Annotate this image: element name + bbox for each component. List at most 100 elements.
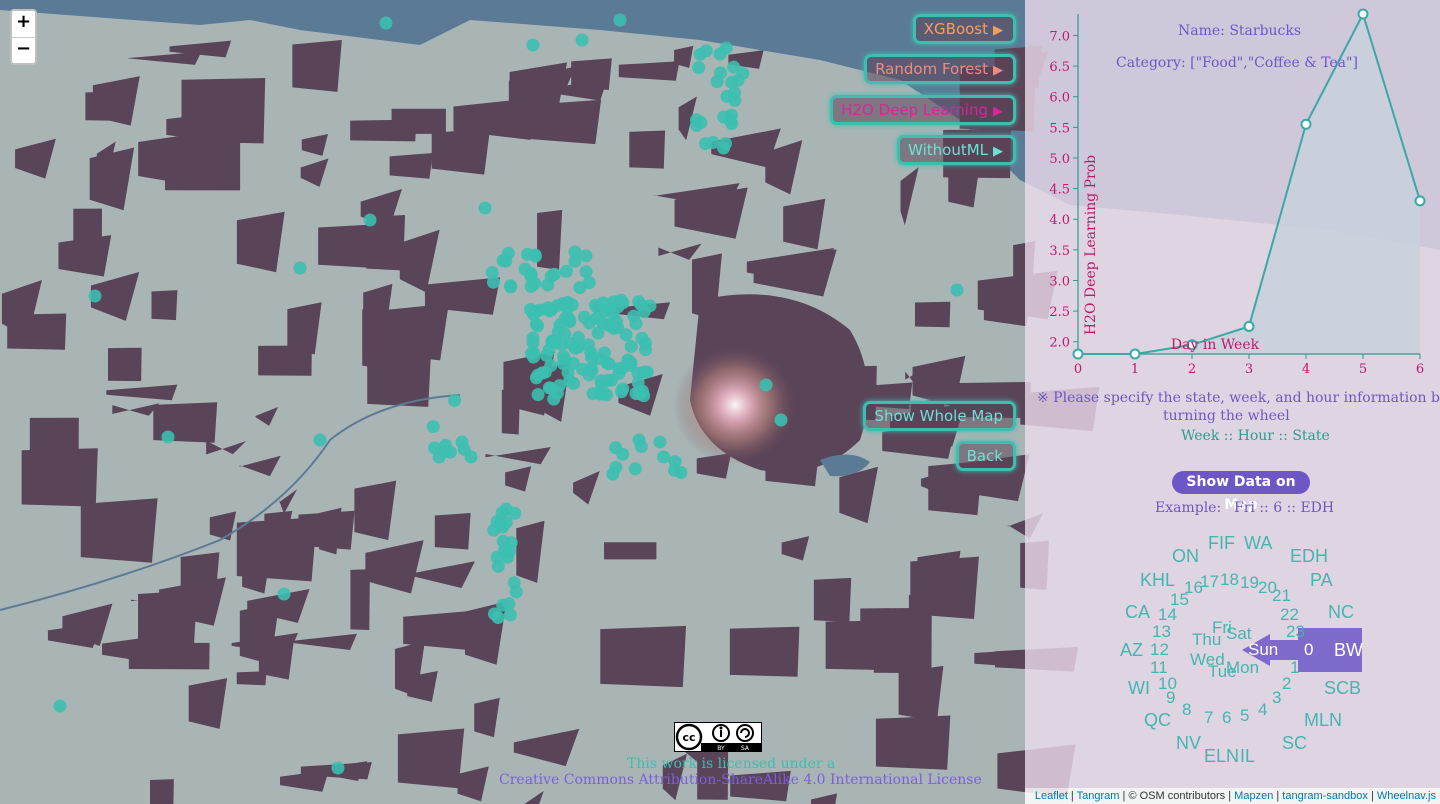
wheelnav-link[interactable]: Wheelnav.js (1377, 790, 1436, 802)
y-tick-label: 3.0 (1049, 274, 1070, 289)
wheel-state[interactable]: ELN (1204, 746, 1239, 767)
chart-point (1243, 320, 1255, 332)
map-block (537, 209, 563, 270)
wheel-hour[interactable]: 9 (1166, 688, 1175, 708)
wheel-state[interactable]: AZ (1120, 640, 1143, 661)
map-point (582, 338, 595, 352)
wheel-state[interactable]: EDH (1290, 546, 1328, 567)
map-point (504, 280, 518, 294)
wheel-hour[interactable]: 3 (1272, 688, 1281, 708)
map-point (507, 576, 521, 590)
zoom-control: + − (10, 9, 37, 65)
wheel-state[interactable]: NV (1176, 733, 1201, 754)
map-block (292, 40, 342, 92)
license-link[interactable]: Creative Commons Attribution-ShareAlike … (499, 772, 982, 788)
chart-point (1357, 8, 1369, 20)
wheel-day[interactable]: Sun (1248, 640, 1278, 660)
map-point (614, 293, 628, 307)
wheel-state[interactable]: FIF (1208, 533, 1235, 554)
wheel-state[interactable]: NC (1328, 602, 1354, 623)
wheel-hour[interactable]: 23 (1286, 622, 1305, 642)
map-point (573, 281, 587, 295)
tangram-sandbox-link[interactable]: tangram-sandbox (1282, 790, 1368, 802)
map-point (528, 248, 542, 262)
map-block (729, 626, 800, 677)
map-block (825, 620, 900, 671)
wheel-state[interactable]: CA (1125, 602, 1150, 623)
wheel-day[interactable]: Tue (1208, 662, 1237, 682)
xgboost-button[interactable]: XGBoost ▶ (912, 14, 1016, 44)
h2o-deep-learning-button[interactable]: H2O Deep Learning ▶ (830, 95, 1016, 125)
cc-license-badge[interactable]: cc BY SA (674, 722, 762, 752)
back-label: Back (966, 447, 1003, 465)
wheel-state[interactable]: WI (1128, 678, 1150, 699)
zoom-out-button[interactable]: − (12, 37, 35, 63)
map-point (531, 368, 545, 382)
wheel-hour[interactable]: 5 (1240, 706, 1249, 726)
wheel-hour[interactable]: 4 (1258, 700, 1267, 720)
map-point (579, 249, 593, 263)
tangram-link[interactable]: Tangram (1077, 790, 1120, 802)
wheel-state[interactable]: IL (1240, 746, 1255, 767)
map-point (161, 430, 175, 444)
osm-credit: © OSM contributors (1128, 790, 1226, 802)
wheel-state[interactable]: WA (1244, 533, 1272, 554)
y-tick-label: 7.0 (1049, 29, 1070, 44)
x-tick-label: 4 (1302, 362, 1310, 377)
leaflet-link[interactable]: Leaflet (1035, 790, 1068, 802)
wheel-hour[interactable]: 7 (1204, 708, 1213, 728)
map-block (397, 728, 465, 789)
map-point (499, 502, 513, 516)
map-block (367, 346, 432, 407)
wheel-hour[interactable]: 6 (1222, 708, 1231, 728)
wheel-hour[interactable]: 12 (1150, 640, 1169, 660)
without-ml-button[interactable]: WithoutML ▶ (897, 135, 1016, 165)
wheel-state[interactable]: PA (1310, 570, 1333, 591)
example-label: Example: (1155, 500, 1222, 516)
wheel-state[interactable]: QC (1144, 710, 1171, 731)
wheel-hour[interactable]: 18 (1220, 570, 1239, 590)
map-point (277, 587, 291, 601)
wheel-format: Week :: Hour :: State (1181, 428, 1330, 444)
wheel-instruction: ※ Please specify the state, week, and ho… (1037, 390, 1440, 406)
wheel-state[interactable]: BW (1334, 640, 1363, 661)
random-forest-button[interactable]: Random Forest ▶ (864, 54, 1016, 84)
map-point (501, 246, 515, 260)
wheel-state[interactable]: MLN (1304, 710, 1342, 731)
map-attribution: Leaflet | Tangram | © OSM contributors |… (1025, 788, 1440, 804)
back-button[interactable]: Back (955, 441, 1016, 471)
selection-wheel[interactable]: ON FIF WA EDH KHL PA CA NC AZ BW WI SCB … (1100, 528, 1390, 778)
map-point (616, 447, 630, 461)
map-point (624, 339, 638, 353)
wheel-state[interactable]: KHL (1140, 570, 1175, 591)
wheel-state[interactable]: ON (1172, 546, 1199, 567)
wheel-hour[interactable]: 0 (1304, 640, 1313, 660)
wheel-state[interactable]: SCB (1324, 678, 1361, 699)
map-point (493, 516, 507, 530)
y-tick-label: 4.0 (1049, 213, 1070, 228)
mapzen-link[interactable]: Mapzen (1234, 790, 1273, 802)
show-data-button[interactable]: Show Data on Map (1172, 471, 1310, 513)
wheel-state[interactable]: SC (1282, 733, 1307, 754)
wheel-hour[interactable]: 13 (1152, 622, 1171, 642)
map-point (448, 393, 462, 407)
wheel-hour[interactable]: 21 (1272, 586, 1291, 606)
map-block (107, 347, 142, 382)
map-block (914, 301, 951, 328)
svg-text:cc: cc (682, 731, 695, 744)
wheel-hour[interactable]: 2 (1282, 674, 1291, 694)
map-point (313, 433, 327, 447)
map-point (629, 317, 643, 331)
without-ml-label: WithoutML (908, 141, 988, 159)
zoom-in-button[interactable]: + (12, 11, 35, 37)
show-whole-map-button[interactable]: Show Whole Map (863, 401, 1016, 431)
map-point (607, 321, 621, 335)
wheel-day[interactable]: Thu (1192, 630, 1221, 650)
map-point (455, 435, 469, 449)
map-point (293, 261, 307, 275)
wheel-hour[interactable]: 19 (1240, 573, 1259, 593)
map-point (379, 16, 393, 30)
wheel-hour[interactable]: 8 (1182, 700, 1191, 720)
y-tick-label: 2.5 (1049, 305, 1070, 320)
map-point (568, 254, 582, 268)
